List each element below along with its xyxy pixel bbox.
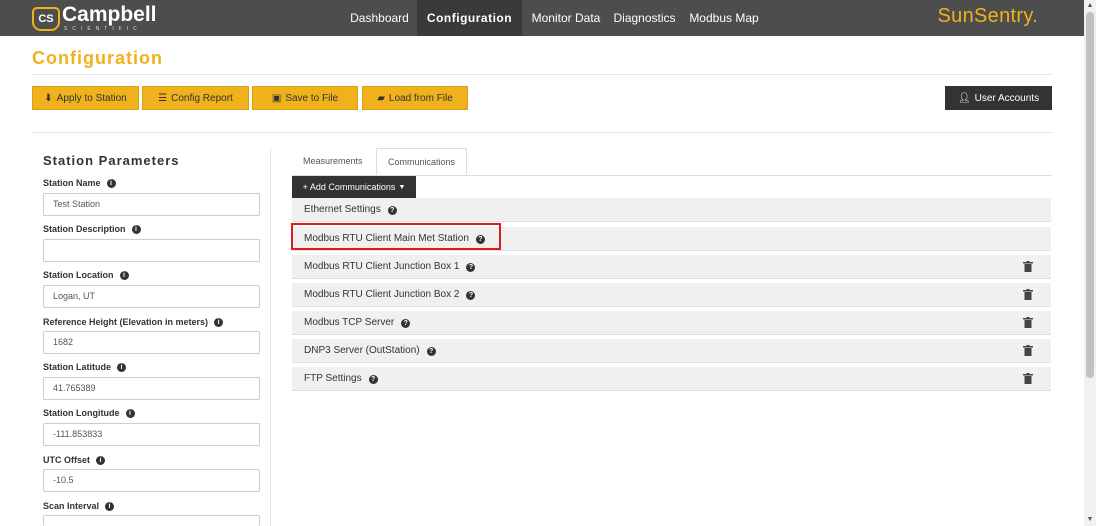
- trash-icon[interactable]: [1023, 373, 1033, 384]
- download-icon: ⬇: [44, 92, 53, 104]
- nav-monitor-data[interactable]: Monitor Data: [530, 0, 602, 36]
- comm-row-modbus-rtu-junction-2[interactable]: Modbus RTU Client Junction Box 2?: [292, 283, 1051, 307]
- comm-row-label: Modbus TCP Server: [304, 317, 395, 328]
- divider: [32, 132, 1052, 133]
- load-from-file-button[interactable]: ▰ Load from File: [362, 86, 468, 110]
- comm-row-label: DNP3 Server (OutStation): [304, 345, 420, 356]
- load-label: Load from File: [388, 92, 453, 104]
- station-latitude-input[interactable]: 41.765389: [43, 377, 260, 400]
- caret-down-icon: ▼: [398, 183, 406, 191]
- sunsentry-logo: SunSentry.: [937, 5, 1038, 27]
- brand-name: Campbell: [62, 3, 157, 26]
- scan-interval-label: Scan Interval i: [43, 501, 115, 511]
- comm-row-label: Modbus RTU Client Main Met Station: [304, 233, 469, 244]
- save-label: Save to File: [285, 92, 339, 104]
- scroll-down-icon[interactable]: ▼: [1084, 514, 1096, 526]
- comm-row-label: Ethernet Settings: [304, 204, 381, 215]
- comm-row-label: FTP Settings: [304, 373, 362, 384]
- utc-offset-label: UTC Offset i: [43, 455, 105, 465]
- info-icon[interactable]: i: [131, 224, 141, 234]
- folder-open-icon: ▰: [377, 92, 385, 104]
- station-location-label: Station Location i: [43, 270, 129, 280]
- info-icon[interactable]: i: [125, 408, 135, 418]
- page-title: Configuration: [32, 48, 163, 68]
- tab-communications[interactable]: Communications: [376, 148, 468, 175]
- divider: [32, 74, 1052, 75]
- config-report-button[interactable]: ☰ Config Report: [142, 86, 249, 110]
- tab-measurements[interactable]: Measurements: [292, 148, 374, 175]
- add-communications-label: + Add Communications: [302, 182, 396, 192]
- help-icon[interactable]: ?: [426, 346, 436, 356]
- cs-badge-icon: CS: [32, 7, 60, 31]
- info-icon[interactable]: i: [214, 317, 224, 327]
- brand-subtitle: SCIENTIFIC: [64, 26, 142, 32]
- station-description-label: Station Description i: [43, 224, 141, 234]
- comm-row-modbus-rtu-junction-1[interactable]: Modbus RTU Client Junction Box 1?: [292, 255, 1051, 279]
- panel-divider: [270, 148, 271, 526]
- info-icon[interactable]: i: [119, 270, 129, 280]
- help-icon[interactable]: ?: [368, 374, 378, 384]
- comm-row-modbus-tcp-server[interactable]: Modbus TCP Server?: [292, 311, 1051, 335]
- list-icon: ☰: [158, 92, 168, 104]
- station-latitude-label: Station Latitude i: [43, 362, 126, 372]
- help-icon[interactable]: ?: [466, 290, 476, 300]
- station-name-label: Station Name i: [43, 178, 116, 188]
- comm-row-label: Modbus RTU Client Junction Box 2: [304, 289, 460, 300]
- trash-icon[interactable]: [1023, 345, 1033, 356]
- help-icon[interactable]: ?: [475, 234, 485, 244]
- info-icon[interactable]: i: [105, 501, 115, 511]
- comm-row-modbus-rtu-main-met[interactable]: Modbus RTU Client Main Met Station?: [292, 227, 1051, 251]
- nav-dashboard[interactable]: Dashboard: [343, 0, 416, 36]
- trash-icon[interactable]: [1023, 289, 1033, 300]
- station-parameters-title: Station Parameters: [43, 153, 180, 168]
- help-icon[interactable]: ?: [387, 205, 397, 215]
- top-navbar: CS Campbell SCIENTIFIC Dashboard Configu…: [0, 0, 1084, 36]
- add-communications-button[interactable]: + Add Communications ▼: [292, 176, 416, 198]
- save-to-file-button[interactable]: ▣ Save to File: [252, 86, 358, 110]
- user-accounts-button[interactable]: 👤︎ User Accounts: [945, 86, 1052, 110]
- scan-interval-input[interactable]: [43, 515, 260, 526]
- comm-row-dnp3-server[interactable]: DNP3 Server (OutStation)?: [292, 339, 1051, 363]
- station-description-input[interactable]: [43, 239, 260, 262]
- nav-diagnostics[interactable]: Diagnostics: [612, 0, 677, 36]
- info-icon[interactable]: i: [106, 178, 116, 188]
- page-scrollbar[interactable]: ▲ ▼: [1084, 0, 1096, 526]
- nav-configuration[interactable]: Configuration: [417, 0, 522, 36]
- trash-icon[interactable]: [1023, 317, 1033, 328]
- station-longitude-label: Station Longitude i: [43, 408, 135, 418]
- comm-row-ethernet-settings[interactable]: Ethernet Settings?: [292, 198, 1051, 222]
- save-icon: ▣: [271, 92, 282, 104]
- station-longitude-input[interactable]: -111.853833: [43, 423, 260, 446]
- scroll-up-icon[interactable]: ▲: [1084, 0, 1096, 12]
- comm-row-ftp-settings[interactable]: FTP Settings?: [292, 367, 1051, 391]
- info-icon[interactable]: i: [117, 362, 126, 372]
- scroll-thumb[interactable]: [1086, 12, 1094, 378]
- reference-height-label: Reference Height (Elevation in meters) i: [43, 317, 224, 327]
- user-accounts-label: User Accounts: [974, 92, 1040, 104]
- apply-label: Apply to Station: [56, 92, 127, 104]
- comm-row-label: Modbus RTU Client Junction Box 1: [304, 261, 460, 272]
- trash-icon[interactable]: [1023, 261, 1033, 272]
- station-location-input[interactable]: Logan, UT: [43, 285, 260, 308]
- help-icon[interactable]: ?: [466, 262, 476, 272]
- report-label: Config Report: [171, 92, 233, 104]
- reference-height-input[interactable]: 1682: [43, 331, 260, 354]
- apply-to-station-button[interactable]: ⬇ Apply to Station: [32, 86, 139, 110]
- station-name-input[interactable]: Test Station: [43, 193, 260, 216]
- info-icon[interactable]: i: [96, 455, 105, 465]
- help-icon[interactable]: ?: [401, 318, 411, 328]
- user-icon: 👤︎: [957, 92, 971, 104]
- utc-offset-input[interactable]: -10.5: [43, 469, 260, 492]
- nav-modbus-map[interactable]: Modbus Map: [688, 0, 760, 36]
